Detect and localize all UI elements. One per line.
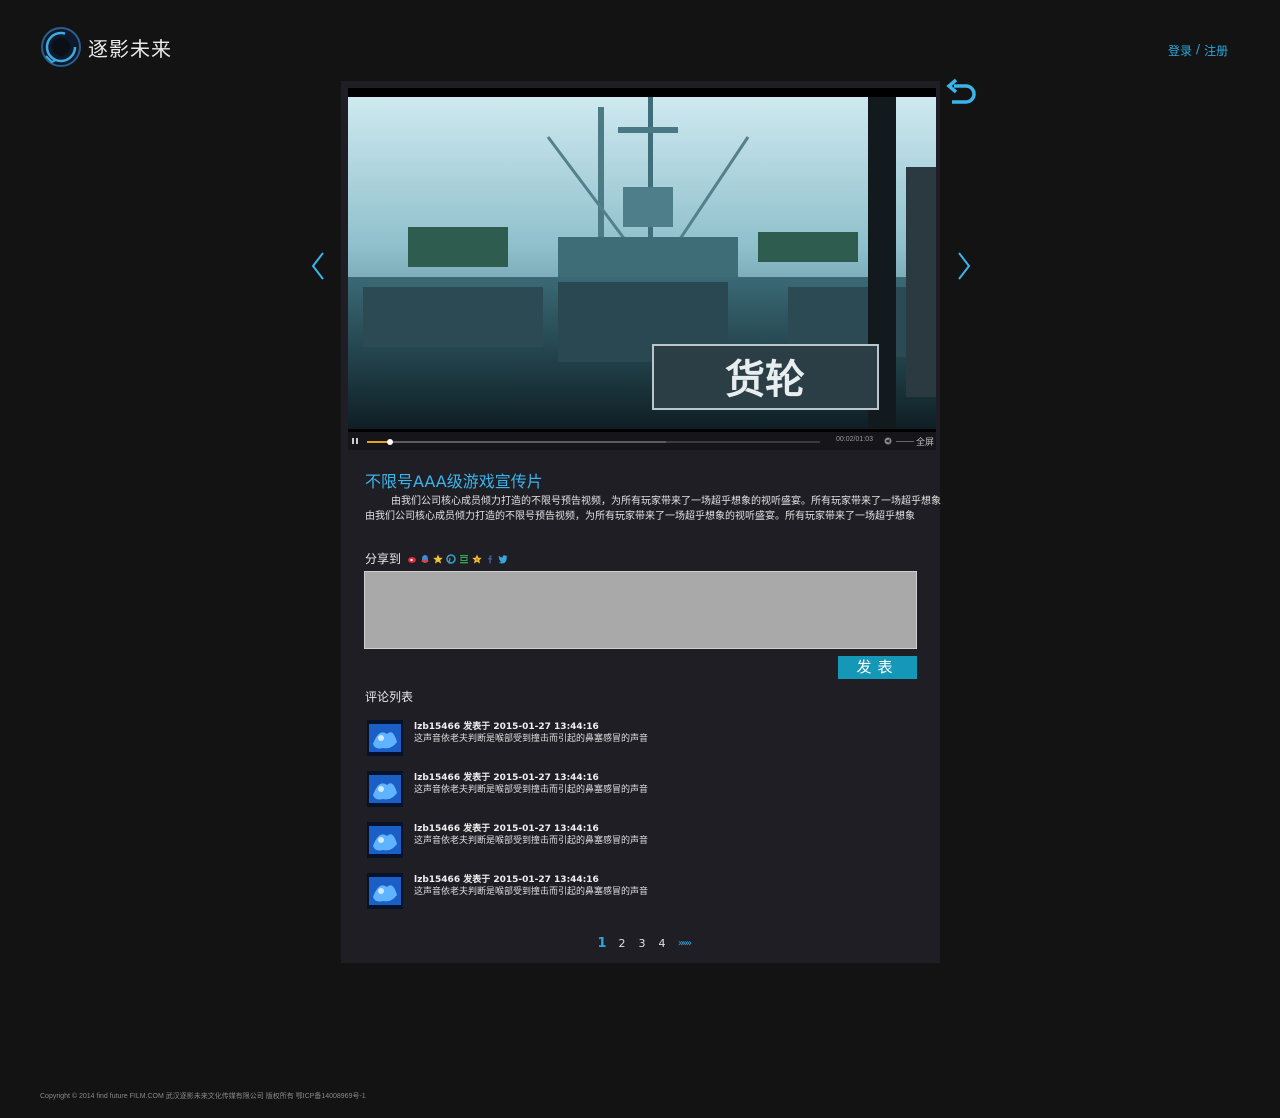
pause-icon[interactable] [352, 438, 358, 444]
twitter-icon[interactable] [498, 554, 508, 564]
description-line: 由我们公司核心成员倾力打造的不限号预告视频，为所有玩家带来了一场超乎想象的视听盛… [391, 496, 941, 507]
video-player[interactable]: 货轮 00:02/01:03 全屏 [348, 88, 936, 450]
comment-item: lzb15466 发表于 2015-01-27 13:44:16 这声音依老夫判… [367, 820, 907, 871]
video-caption: 货轮 [725, 357, 805, 403]
auth-links: 登录 / 注册 [1168, 42, 1228, 59]
login-link[interactable]: 登录 [1168, 42, 1192, 59]
avatar[interactable] [367, 720, 403, 756]
brand-name: 逐影未来 [88, 36, 172, 61]
comment-list-title: 评论列表 [365, 690, 414, 704]
weibo-icon[interactable] [407, 554, 417, 564]
footer-copyright: Copyright © 2014 find future FILM.COM 武汉… [40, 1093, 366, 1100]
qzone-icon[interactable] [433, 554, 443, 564]
video-frame[interactable]: 货轮 [348, 97, 936, 429]
register-link[interactable]: 注册 [1204, 42, 1228, 59]
pinterest-icon[interactable] [446, 553, 456, 564]
comment-item: lzb15466 发表于 2015-01-27 13:44:16 这声音依老夫判… [367, 871, 907, 922]
avatar[interactable] [367, 873, 403, 909]
video-description: 由我们公司核心成员倾力打造的不限号预告视频，为所有玩家带来了一场超乎想象的视听盛… [365, 494, 941, 524]
douban-icon[interactable] [459, 554, 469, 564]
comment-text: 这声音依老夫判断是喉部受到撞击而引起的鼻塞感冒的声音 [414, 887, 649, 897]
volume-icon[interactable] [884, 437, 892, 445]
facebook-icon[interactable] [485, 554, 495, 564]
progress-buffer [367, 441, 666, 443]
comment-item: lzb15466 发表于 2015-01-27 13:44:16 这声音依老夫判… [367, 769, 907, 820]
video-title: 不限号AAA级游戏宣传片 [365, 472, 543, 491]
auth-separator: / [1196, 42, 1201, 56]
time-total: 01:03 [855, 436, 874, 443]
progress-handle[interactable] [386, 439, 393, 445]
page-link-1[interactable]: 1 [592, 936, 612, 951]
description-line: 由我们公司核心成员倾力打造的不限号预告视频，为所有玩家带来了一场超乎想象的视听盛… [365, 511, 915, 522]
progress-bar[interactable] [367, 439, 820, 445]
comment-input[interactable] [364, 571, 917, 649]
star-icon[interactable] [472, 554, 482, 564]
share-label: 分享到 [365, 552, 402, 566]
submit-comment-button[interactable]: 发表 [838, 656, 917, 679]
comment-item: lzb15466 发表于 2015-01-27 13:44:16 这声音依老夫判… [367, 718, 907, 769]
volume-slider[interactable] [896, 441, 914, 442]
comment-list: lzb15466 发表于 2015-01-27 13:44:16 这声音依老夫判… [367, 718, 907, 922]
video-controls: 00:02/01:03 全屏 [348, 432, 936, 450]
prev-arrow-icon[interactable] [308, 250, 328, 282]
avatar[interactable] [367, 822, 403, 858]
qq-icon[interactable] [420, 554, 430, 564]
next-arrow-icon[interactable] [954, 250, 974, 282]
pagination: 1 2 3 4 »»» [592, 936, 696, 951]
avatar[interactable] [367, 771, 403, 807]
fullscreen-button[interactable]: 全屏 [916, 435, 934, 448]
next-page-button[interactable]: »»» [672, 938, 696, 949]
share-bar: 分享到 [365, 550, 508, 567]
page-link-2[interactable]: 2 [612, 937, 632, 950]
time-current: 00:02 [836, 436, 854, 443]
back-icon[interactable] [946, 78, 978, 110]
comment-text: 这声音依老夫判断是喉部受到撞击而引起的鼻塞感冒的声音 [414, 734, 649, 744]
page-link-3[interactable]: 3 [632, 937, 652, 950]
comment-text: 这声音依老夫判断是喉部受到撞击而引起的鼻塞感冒的声音 [414, 836, 649, 846]
share-icons [407, 553, 508, 564]
logo-icon [41, 27, 81, 67]
comment-text: 这声音依老夫判断是喉部受到撞击而引起的鼻塞感冒的声音 [414, 785, 649, 795]
time-display: 00:02/01:03 [836, 436, 873, 443]
logo[interactable]: 逐影未来 [40, 26, 172, 68]
page-link-4[interactable]: 4 [652, 937, 672, 950]
